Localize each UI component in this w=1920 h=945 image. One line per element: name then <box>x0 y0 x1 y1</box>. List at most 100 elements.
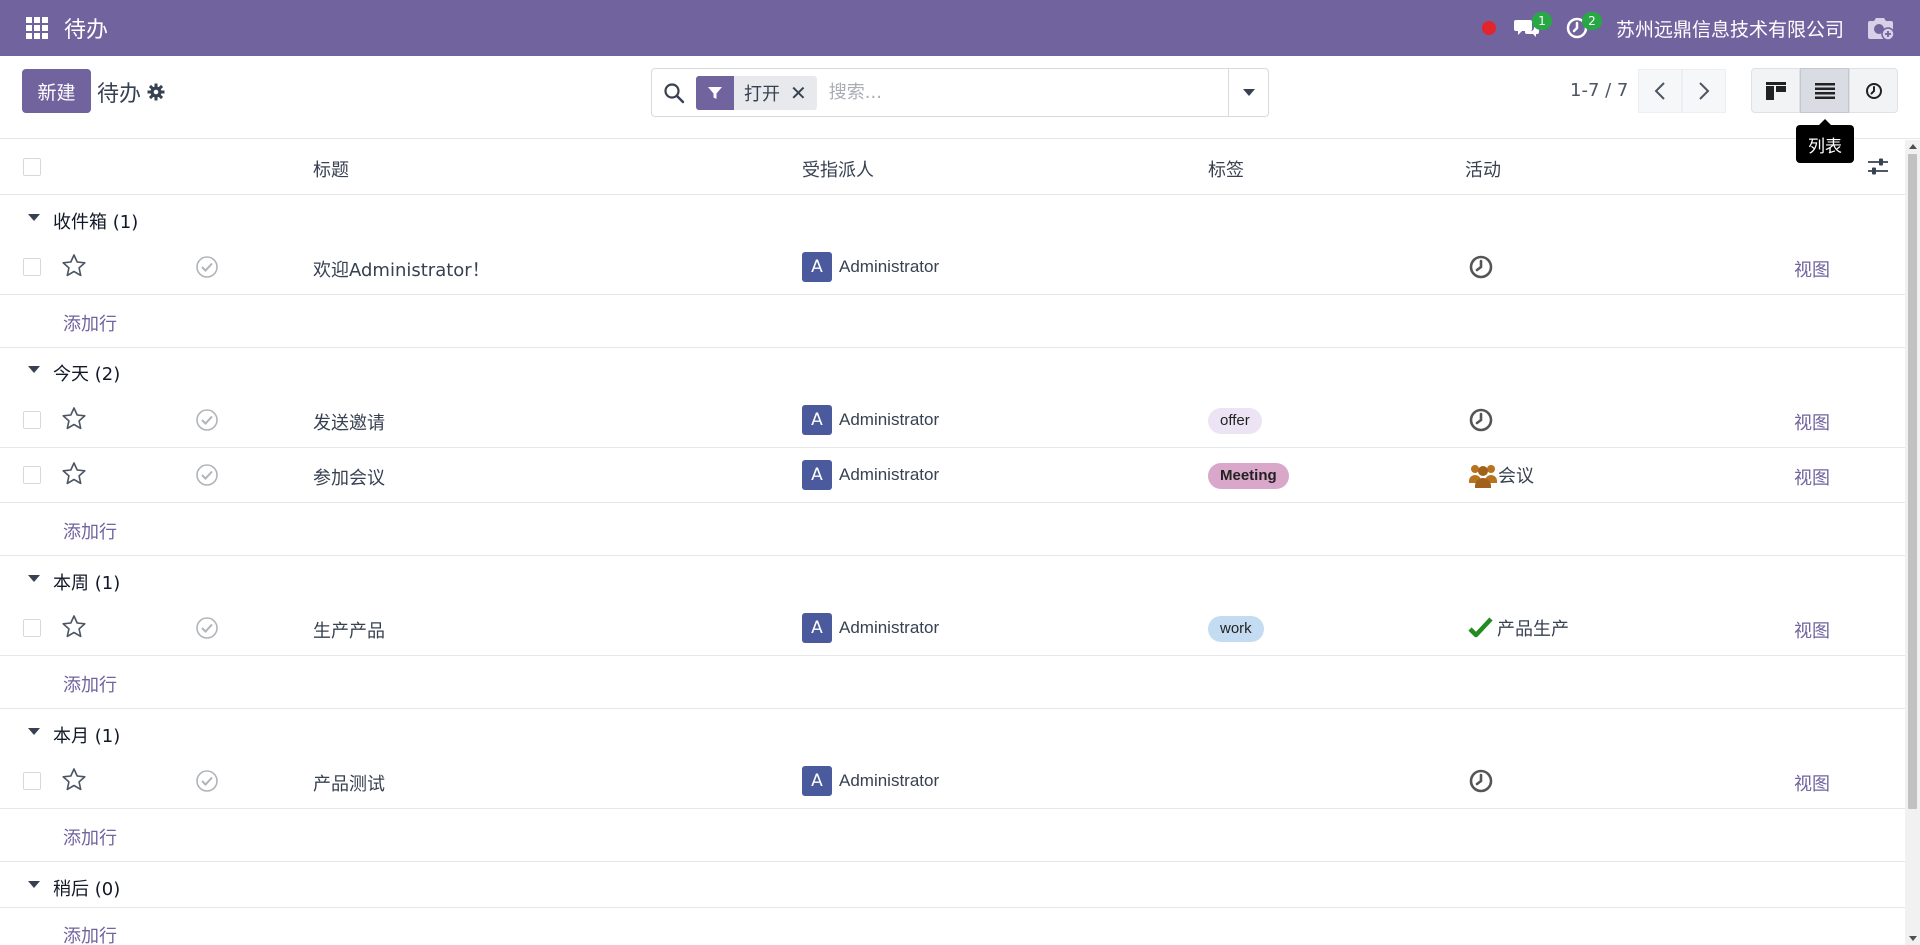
pager-next-button[interactable] <box>1682 69 1726 113</box>
assignee[interactable]: A Administrator <box>802 766 939 796</box>
add-line-link[interactable]: 添加行 <box>63 824 117 850</box>
task-title[interactable]: 参加会议 <box>313 464 385 490</box>
task-title[interactable]: 生产产品 <box>313 617 385 643</box>
view-link[interactable]: 视图 <box>1794 617 1830 643</box>
clock-icon <box>1469 255 1493 279</box>
users-icon <box>1469 465 1497 488</box>
view-link[interactable]: 视图 <box>1794 256 1830 282</box>
new-button[interactable]: 新建 <box>22 69 91 113</box>
list-header: 标题 受指派人 标签 活动 <box>0 140 1905 195</box>
scrollbar-thumb[interactable] <box>1908 154 1917 809</box>
column-header-activity[interactable]: 活动 <box>1465 156 1501 182</box>
user-menu-button[interactable] <box>1862 11 1898 45</box>
activity-view-button[interactable] <box>1849 68 1898 113</box>
row-checkbox[interactable] <box>23 258 41 276</box>
row-checkbox[interactable] <box>23 619 41 637</box>
kanban-icon <box>1765 81 1786 100</box>
vertical-scrollbar[interactable] <box>1905 140 1920 945</box>
activity-cell[interactable] <box>1468 254 1494 280</box>
add-line-row: 添加行 <box>0 810 1905 862</box>
mark-done-icon[interactable] <box>195 255 219 283</box>
group-row-this-month[interactable]: 本月 (1) <box>0 710 1905 754</box>
check-icon <box>1468 617 1493 638</box>
column-header-tags[interactable]: 标签 <box>1208 156 1244 182</box>
search-input[interactable] <box>828 82 1209 103</box>
facet-remove-icon[interactable]: ✕ <box>790 81 817 105</box>
scroll-up-icon[interactable] <box>1909 144 1917 149</box>
add-line-link[interactable]: 添加行 <box>63 671 117 697</box>
row-checkbox[interactable] <box>23 466 41 484</box>
view-link[interactable]: 视图 <box>1794 464 1830 490</box>
table-row[interactable]: 欢迎Administrator！ A Administrator 视图 <box>0 240 1905 295</box>
list-icon <box>1814 82 1835 99</box>
activity-cell[interactable] <box>1468 768 1494 794</box>
add-line-row: 添加行 <box>0 657 1905 709</box>
gear-icon[interactable] <box>147 83 165 101</box>
mark-done-icon[interactable] <box>195 408 219 436</box>
task-title[interactable]: 欢迎Administrator！ <box>313 256 490 282</box>
star-icon[interactable] <box>61 461 87 491</box>
group-row-today[interactable]: 今天 (2) <box>0 348 1905 392</box>
group-row-this-week[interactable]: 本周 (1) <box>0 557 1905 601</box>
caret-down-icon <box>1242 88 1255 96</box>
star-icon[interactable] <box>61 614 87 644</box>
filter-facet: 打开 ✕ <box>696 75 817 110</box>
clock-icon <box>1865 82 1882 99</box>
scroll-down-icon[interactable] <box>1909 936 1917 941</box>
pager-value[interactable]: 1-7 / 7 <box>1570 80 1628 101</box>
view-link[interactable]: 视图 <box>1794 770 1830 796</box>
pager-previous-button[interactable] <box>1638 69 1682 113</box>
column-settings-icon[interactable] <box>1867 157 1889 181</box>
table-row[interactable]: 产品测试 A Administrator 视图 <box>0 754 1905 809</box>
activity-cell[interactable] <box>1468 407 1494 433</box>
group-row-inbox[interactable]: 收件箱 (1) <box>0 196 1905 240</box>
assignee[interactable]: A Administrator <box>802 405 939 435</box>
apps-menu-icon[interactable] <box>20 11 54 45</box>
activity-cell[interactable]: 会议 <box>1468 462 1534 488</box>
list-view-button[interactable] <box>1800 68 1849 113</box>
activity-cell[interactable]: 产品生产 <box>1468 615 1569 641</box>
assignee[interactable]: A Administrator <box>802 460 939 490</box>
tag-badge[interactable]: work <box>1208 616 1264 642</box>
add-line-link[interactable]: 添加行 <box>63 518 117 544</box>
table-row[interactable]: 参加会议 A Administrator Meeting 会议 视图 <box>0 448 1905 503</box>
search-options-toggle[interactable] <box>1228 69 1268 116</box>
star-icon[interactable] <box>61 253 87 283</box>
mark-done-icon[interactable] <box>195 769 219 797</box>
task-title[interactable]: 发送邀请 <box>313 409 385 435</box>
assignee[interactable]: A Administrator <box>802 613 939 643</box>
add-line-link[interactable]: 添加行 <box>63 310 117 336</box>
group-label: 稍后 (0) <box>53 879 121 900</box>
column-header-assignee[interactable]: 受指派人 <box>802 156 874 182</box>
mark-done-icon[interactable] <box>195 616 219 644</box>
row-checkbox[interactable] <box>23 411 41 429</box>
company-switcher[interactable]: 苏州远鼎信息技术有限公司 <box>1616 15 1844 42</box>
table-row[interactable]: 生产产品 A Administrator work 产品生产 视图 <box>0 601 1905 656</box>
top-navbar: 待办 1 2 苏州远鼎信息技术有限公司 <box>0 0 1920 56</box>
column-header-title[interactable]: 标题 <box>313 156 349 182</box>
avatar: A <box>802 613 832 643</box>
app-title[interactable]: 待办 <box>64 12 108 44</box>
star-icon[interactable] <box>61 767 87 797</box>
assignee-name: Administrator <box>839 410 940 429</box>
caret-down-icon <box>28 214 40 221</box>
messages-button[interactable]: 1 <box>1510 11 1552 45</box>
recording-indicator-icon[interactable] <box>1481 21 1496 35</box>
kanban-view-button[interactable] <box>1751 68 1800 113</box>
star-icon[interactable] <box>61 406 87 436</box>
assignee[interactable]: A Administrator <box>802 252 939 282</box>
activities-button[interactable]: 2 <box>1560 11 1602 45</box>
add-line-link[interactable]: 添加行 <box>63 922 117 945</box>
table-row[interactable]: 发送邀请 A Administrator offer 视图 <box>0 393 1905 448</box>
select-all-checkbox[interactable] <box>23 158 41 176</box>
task-title[interactable]: 产品测试 <box>313 770 385 796</box>
mark-done-icon[interactable] <box>195 463 219 491</box>
clock-icon <box>1469 408 1493 432</box>
tag-badge[interactable]: Meeting <box>1208 463 1289 489</box>
search-icon[interactable] <box>652 82 696 104</box>
tag-badge[interactable]: offer <box>1208 408 1262 434</box>
row-checkbox[interactable] <box>23 772 41 790</box>
group-row-later[interactable]: 稍后 (0) <box>0 863 1905 907</box>
view-link[interactable]: 视图 <box>1794 409 1830 435</box>
caret-down-icon <box>28 728 40 735</box>
